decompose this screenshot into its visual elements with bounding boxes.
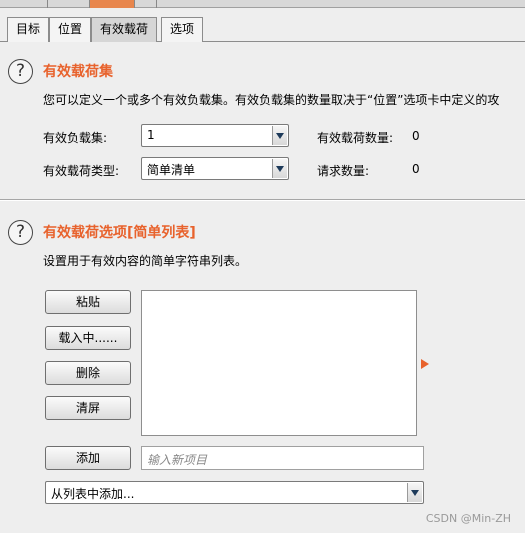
remove-button[interactable]: 删除 — [45, 361, 131, 385]
top-strip-segment[interactable] — [48, 0, 90, 8]
top-tab-strip — [0, 0, 525, 8]
add-from-list-label: 从列表中添加... — [51, 487, 135, 501]
tab-options[interactable]: 选项 — [161, 17, 204, 42]
top-strip-segment-active[interactable] — [90, 0, 135, 8]
tab-bar: 目标 位置 有效载荷 选项 — [0, 9, 525, 42]
payload-sets-title: 有效载荷集 — [43, 64, 113, 80]
section-divider-highlight — [0, 200, 525, 201]
payload-type-select[interactable]: 简单清单 — [141, 157, 289, 180]
paste-button[interactable]: 粘贴 — [45, 290, 131, 314]
tab-payloads[interactable]: 有效载荷 — [91, 17, 158, 42]
payload-list[interactable] — [141, 290, 417, 436]
payload-count-value: 0 — [412, 129, 420, 143]
load-button[interactable]: 载入中...... — [45, 326, 131, 350]
request-count-label: 请求数量: — [317, 164, 370, 178]
clear-button[interactable]: 清屏 — [45, 396, 131, 420]
top-strip-segment[interactable] — [0, 0, 48, 8]
tab-positions[interactable]: 位置 — [49, 17, 92, 42]
payload-set-label: 有效负载集: — [43, 131, 108, 145]
payload-options-help-icon[interactable]: ? — [8, 220, 33, 245]
payload-count-label: 有效载荷数量: — [317, 131, 394, 145]
payload-set-select[interactable]: 1 — [141, 124, 289, 147]
add-from-list-select[interactable]: 从列表中添加... — [45, 481, 424, 504]
request-count-value: 0 — [412, 162, 420, 176]
payload-options-title: 有效载荷选项[简单列表] — [43, 225, 196, 241]
new-item-placeholder: 输入新项目 — [147, 453, 208, 467]
top-strip-segment[interactable] — [135, 0, 157, 8]
new-item-input[interactable]: 输入新项目 — [141, 446, 424, 470]
add-button[interactable]: 添加 — [45, 446, 131, 470]
payload-options-description: 设置用于有效内容的简单字符串列表。 — [43, 254, 248, 268]
chevron-down-icon[interactable] — [272, 159, 287, 178]
watermark: CSDN @Min-ZH — [425, 512, 511, 525]
chevron-down-icon[interactable] — [407, 483, 422, 502]
payload-sets-description: 您可以定义一个或多个有效负载集。有效负载集的数量取决于“位置”选项卡中定义的攻 — [43, 93, 500, 107]
chevron-down-icon[interactable] — [272, 126, 287, 145]
triangle-right-icon[interactable] — [421, 359, 429, 369]
payload-type-label: 有效载荷类型: — [43, 164, 120, 178]
payload-type-value: 简单清单 — [147, 163, 196, 177]
payload-sets-help-icon[interactable]: ? — [8, 59, 33, 84]
tab-target[interactable]: 目标 — [7, 17, 50, 42]
payload-set-value: 1 — [147, 128, 155, 142]
